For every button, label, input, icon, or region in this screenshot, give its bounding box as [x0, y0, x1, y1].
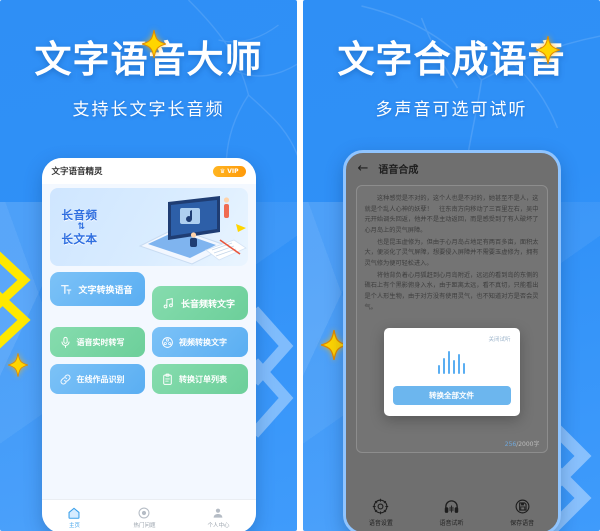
- home-icon: [67, 505, 81, 519]
- sparkle-star-icon-top-right: [536, 36, 560, 64]
- bottom-tabbar-right: 语音设置 语音试听 保存语音: [345, 492, 558, 531]
- feature-row-2: 在线作品识别 转换订单列表: [49, 364, 248, 394]
- tab-voice-settings-label: 语音设置: [368, 519, 393, 527]
- audition-modal: 关闭试听 转换全部文件: [383, 328, 520, 416]
- headphones-icon: [443, 498, 460, 515]
- help-circle-icon: [137, 505, 151, 519]
- promo-banner-card[interactable]: 长音频 ⇅ 长文本: [49, 188, 248, 266]
- feature-button-label: 长音频转文字: [181, 299, 236, 310]
- banner-line-1: 长音频: [61, 207, 98, 222]
- app-title: 文字语音精灵: [51, 167, 103, 177]
- chevron-decoration-left-right: [249, 300, 297, 454]
- feature-button-online-recognition[interactable]: 在线作品识别: [49, 364, 145, 394]
- person-icon: [211, 505, 225, 519]
- feature-button-order-list[interactable]: 转换订单列表: [152, 364, 248, 394]
- audio-waveform-icon: [393, 350, 511, 374]
- app-header-left: 文字语音精灵 ♛ VIP: [41, 158, 256, 184]
- music-note-icon: [162, 297, 175, 310]
- phone-mockup-left: 文字语音精灵 ♛ VIP 长音频 ⇅ 长文本 文字转换语音 长音频转文字 语音实…: [41, 158, 256, 531]
- sparkle-star-icon-lower-left: [8, 353, 28, 377]
- bottom-tabbar-left: 主页 热门问题 个人中心: [41, 499, 256, 531]
- convert-all-files-button[interactable]: 转换全部文件: [392, 386, 511, 405]
- text-to-speech-icon: [60, 283, 73, 296]
- sparkle-star-icon-top: [142, 30, 166, 58]
- banner-arrow-icon: ⇅: [77, 222, 86, 232]
- tab-profile[interactable]: 个人中心: [207, 505, 229, 529]
- vip-badge[interactable]: ♛ VIP: [212, 165, 246, 177]
- link-icon: [59, 373, 72, 386]
- app-header-right: ← 语音合成: [346, 153, 558, 183]
- feature-button-text-to-speech[interactable]: 文字转换语音: [49, 272, 145, 306]
- feature-row-1: 语音实时转写 视频转换文字: [49, 327, 248, 357]
- vip-badge-label: VIP: [227, 167, 239, 175]
- film-reel-icon: [161, 336, 174, 349]
- tab-hot-questions-label: 热门问题: [133, 522, 156, 529]
- tab-voice-settings[interactable]: 语音设置: [369, 498, 393, 527]
- promo-subtitle-left: 支持长文字长音频: [72, 99, 225, 120]
- tab-save-voice-label: 保存语音: [510, 519, 535, 527]
- tab-profile-label: 个人中心: [207, 522, 230, 529]
- feature-button-realtime-transcribe[interactable]: 语音实时转写: [49, 327, 145, 357]
- feature-button-label: 视频转换文字: [179, 337, 227, 347]
- clipboard-icon: [161, 373, 174, 386]
- tab-save-voice[interactable]: 保存语音: [510, 498, 534, 527]
- tab-hot-questions[interactable]: 热门问题: [133, 505, 155, 529]
- feature-button-audio-to-text[interactable]: 长音频转文字: [152, 286, 248, 320]
- close-audition-link[interactable]: 关闭试听: [393, 335, 510, 343]
- tab-voice-preview[interactable]: 语音试听: [439, 498, 463, 527]
- promo-panel-left: 文字语音大师 支持长文字长音频 文字语音精灵 ♛ VIP 长音频 ⇅ 长文本 文…: [0, 0, 297, 531]
- headline-left: 文字语音大师 支持长文字长音频: [0, 0, 297, 120]
- paragraph: 这种感觉是不对的，这个人也是不对的，她甚至不是人，这就是个乱人心神的妖孽！ 往东…: [364, 195, 539, 234]
- char-counter-current: 256: [504, 441, 517, 448]
- gear-icon: [372, 498, 389, 515]
- tab-home[interactable]: 主页: [67, 505, 81, 529]
- phone-mockup-right: ← 语音合成 这种感觉是不对的，这个人也是不对的，她甚至不是人，这就是个乱人心神…: [342, 150, 561, 531]
- tab-voice-preview-label: 语音试听: [439, 519, 464, 527]
- paragraph: 将他背负着心月狐赶到心月岛附近，远远的看到岛的东侧的礁石上有个黑影俯身入水，由于…: [364, 271, 539, 311]
- feature-button-label: 转换订单列表: [179, 374, 227, 384]
- banner-text: 长音频 ⇅ 长文本: [50, 208, 98, 247]
- laptop-music-illustration: [124, 188, 248, 266]
- screen-title: 语音合成: [378, 164, 419, 176]
- char-counter-total: /2000字: [516, 441, 540, 448]
- paragraph: 也是昆玉虚修为，但由于心月岛占地足有两百多亩，面积太大，便淡化了灵气屏障，想要侵…: [364, 238, 539, 267]
- feature-button-video-to-text[interactable]: 视频转换文字: [152, 327, 248, 357]
- feature-button-label: 文字转换语音: [78, 285, 133, 296]
- promo-panel-right: 文字合成语音 多声音可选可试听 ← 语音合成 这种感觉是不对的，这个人也是不对的…: [303, 0, 600, 531]
- back-arrow-icon[interactable]: ←: [358, 162, 369, 175]
- floppy-save-icon: [514, 498, 531, 515]
- feature-row-primary: 文字转换语音 长音频转文字: [49, 272, 248, 320]
- feature-button-label: 在线作品识别: [76, 374, 125, 384]
- crown-icon: ♛: [219, 167, 226, 175]
- tab-home-label: 主页: [68, 522, 80, 529]
- microphone-icon: [59, 336, 72, 349]
- char-counter: 256/2000字: [505, 439, 540, 448]
- feature-grid: 文字转换语音 长音频转文字 语音实时转写 视频转换文字 在线作品识别 转换订单列…: [42, 272, 256, 394]
- feature-button-label: 语音实时转写: [76, 337, 125, 347]
- promo-banner-pair: 文字语音大师 支持长文字长音频 文字语音精灵 ♛ VIP 长音频 ⇅ 长文本 文…: [0, 0, 600, 531]
- promo-subtitle-right: 多声音可选可试听: [375, 99, 528, 120]
- banner-line-2: 长文本: [61, 232, 98, 246]
